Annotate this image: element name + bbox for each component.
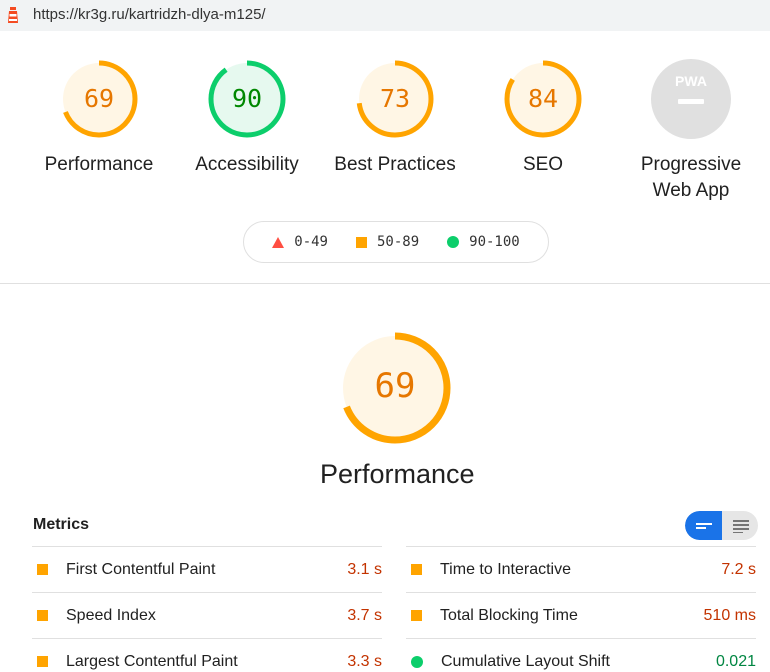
gauge-label: SEO	[522, 154, 564, 175]
section-divider	[0, 283, 770, 284]
performance-score: 69	[374, 366, 416, 406]
metric-value: 7.2 s	[721, 560, 756, 578]
average-square-icon	[37, 610, 48, 621]
performance-title: Performance	[320, 459, 475, 489]
metric-name: Cumulative Layout Shift	[441, 652, 610, 670]
metric-name: Speed Index	[66, 606, 156, 624]
square-icon	[355, 236, 367, 248]
gauge-performance[interactable]: 69 Performance	[24, 58, 174, 178]
metrics-view-toggle[interactable]	[685, 511, 758, 540]
average-square-icon	[37, 656, 48, 667]
score-scale-legend: 0-49 50-89 90-100	[243, 221, 549, 263]
average-square-icon	[411, 610, 422, 621]
gauge-accessibility[interactable]: 90 Accessibility	[172, 58, 322, 178]
performance-gauge-large: 69 Performance	[320, 331, 475, 490]
metric-name: Largest Contentful Paint	[66, 652, 238, 670]
legend-fail: 0-49	[272, 234, 328, 250]
metric-value: 510 ms	[703, 606, 756, 624]
metric-name: Total Blocking Time	[440, 606, 578, 624]
metric-value: 3.1 s	[347, 560, 382, 578]
metric-name: Time to Interactive	[440, 560, 572, 578]
metric-row: Largest Contentful Paint 3.3 s	[32, 638, 382, 672]
page-url[interactable]: https://kr3g.ru/kartridzh-dlya-m125/	[33, 6, 266, 23]
legend-range: 50-89	[376, 234, 420, 250]
metric-value: 0.021	[715, 652, 756, 670]
pass-circle-icon	[411, 655, 423, 668]
metric-row: Total Blocking Time 510 ms	[406, 592, 756, 638]
gauge-score: 84	[527, 84, 559, 113]
legend-pass: 90-100	[447, 234, 520, 250]
metric-row: Cumulative Layout Shift 0.021	[406, 638, 756, 672]
gauge-label: Best Practices	[334, 154, 456, 175]
metrics-column-left: First Contentful Paint 3.1 s Speed Index…	[32, 546, 382, 672]
expanded-list-icon	[732, 519, 749, 533]
gauge-score: 69	[83, 84, 115, 113]
gauge-seo[interactable]: 84 SEO	[468, 58, 618, 178]
legend-average: 50-89	[355, 234, 420, 250]
metrics-column-right: Time to Interactive 7.2 s Total Blocking…	[406, 546, 756, 672]
legend-range: 0-49	[294, 234, 328, 250]
pwa-icon: PWA	[651, 59, 731, 139]
gauge-label: Performance	[44, 154, 154, 175]
gauge-label: Accessibility	[195, 154, 299, 175]
metric-row: Speed Index 3.7 s	[32, 592, 382, 638]
compact-view-button[interactable]	[685, 511, 722, 540]
gauge-pwa[interactable]: PWA Progressive Web App	[616, 58, 766, 204]
metric-value: 3.7 s	[347, 606, 382, 624]
lighthouse-icon	[8, 7, 18, 23]
metric-row: First Contentful Paint 3.1 s	[32, 546, 382, 592]
average-square-icon	[37, 564, 48, 575]
triangle-icon	[272, 236, 285, 248]
gauge-score: 73	[379, 84, 411, 113]
gauge-best-practices[interactable]: 73 Best Practices	[320, 58, 470, 178]
legend-range: 90-100	[469, 234, 520, 250]
address-bar: https://kr3g.ru/kartridzh-dlya-m125/	[0, 0, 770, 31]
pwa-badge-text: PWA	[675, 73, 707, 89]
metric-row: Time to Interactive 7.2 s	[406, 546, 756, 592]
metric-name: First Contentful Paint	[66, 560, 216, 578]
metric-value: 3.3 s	[347, 652, 382, 670]
category-gauges: 69 Performance 90 Accessibility 73 Best …	[0, 31, 770, 283]
expanded-view-button[interactable]	[722, 511, 758, 540]
circle-icon	[447, 236, 460, 248]
gauge-label: Progressive Web App	[616, 152, 766, 204]
average-square-icon	[411, 564, 422, 575]
pwa-label-line2: Web App	[652, 180, 730, 201]
metrics-heading: Metrics	[33, 516, 90, 533]
gauge-score: 90	[231, 84, 263, 113]
pwa-label-line1: Progressive	[640, 154, 742, 175]
compact-list-icon	[695, 522, 712, 529]
